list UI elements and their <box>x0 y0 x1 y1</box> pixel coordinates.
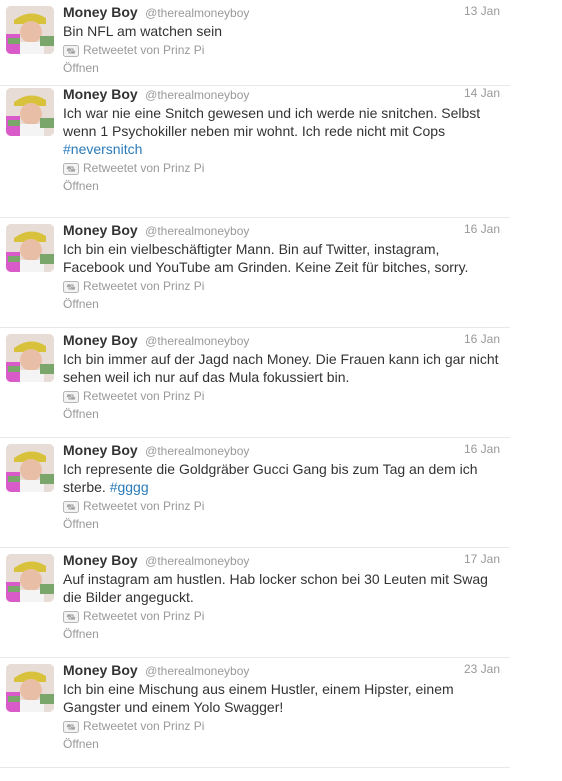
tweet-timestamp[interactable]: 16 Jan <box>464 442 500 456</box>
tweet-item[interactable]: Money Boy @therealmoneyboy 17 Jan Auf in… <box>0 548 510 658</box>
avatar[interactable] <box>6 554 54 602</box>
author-name[interactable]: Money Boy <box>63 662 138 678</box>
tweet-timestamp[interactable]: 17 Jan <box>464 552 500 566</box>
tweet-text: Ich bin eine Mischung aus einem Hustler,… <box>63 681 454 715</box>
retweet-context: Retweetet von Prinz Pi <box>63 387 500 405</box>
open-link[interactable]: Öffnen <box>63 59 500 77</box>
tweet-timestamp[interactable]: 16 Jan <box>464 332 500 346</box>
retweet-context: Retweetet von Prinz Pi <box>63 277 500 295</box>
tweet-item[interactable]: Money Boy @therealmoneyboy 13 Jan Bin NF… <box>0 0 510 86</box>
author-handle[interactable]: @therealmoneyboy <box>145 664 249 678</box>
avatar[interactable] <box>6 664 54 712</box>
retweet-label[interactable]: Retweetet von Prinz Pi <box>83 609 204 623</box>
open-link[interactable]: Öffnen <box>63 625 500 643</box>
author-name[interactable]: Money Boy <box>63 4 138 20</box>
avatar[interactable] <box>6 88 54 136</box>
author-name[interactable]: Money Boy <box>63 332 138 348</box>
author-handle[interactable]: @therealmoneyboy <box>145 334 249 348</box>
author-name[interactable]: Money Boy <box>63 86 138 102</box>
retweet-context: Retweetet von Prinz Pi <box>63 497 500 515</box>
author-handle[interactable]: @therealmoneyboy <box>145 554 249 568</box>
retweet-context: Retweetet von Prinz Pi <box>63 717 500 735</box>
tweet-item[interactable]: Money Boy @therealmoneyboy 16 Jan Ich bi… <box>0 328 510 438</box>
avatar[interactable] <box>6 334 54 382</box>
author-handle[interactable]: @therealmoneyboy <box>145 88 249 102</box>
open-link[interactable]: Öffnen <box>63 295 500 313</box>
retweet-label[interactable]: Retweetet von Prinz Pi <box>83 43 204 57</box>
tweet-text: Ich bin ein vielbeschäftigter Mann. Bin … <box>63 241 469 275</box>
retweet-context: Retweetet von Prinz Pi <box>63 41 500 59</box>
author-handle[interactable]: @therealmoneyboy <box>145 224 249 238</box>
author-name[interactable]: Money Boy <box>63 442 138 458</box>
retweet-label[interactable]: Retweetet von Prinz Pi <box>83 499 204 513</box>
avatar[interactable] <box>6 444 54 492</box>
retweet-label[interactable]: Retweetet von Prinz Pi <box>83 279 204 293</box>
retweet-label[interactable]: Retweetet von Prinz Pi <box>83 719 204 733</box>
open-link[interactable]: Öffnen <box>63 177 500 195</box>
tweet-item[interactable]: Money Boy @therealmoneyboy 16 Jan Ich re… <box>0 438 510 548</box>
tweet-timestamp[interactable]: 23 Jan <box>464 662 500 676</box>
tweet-text: Ich war nie eine Snitch gewesen und ich … <box>63 105 481 157</box>
retweet-context: Retweetet von Prinz Pi <box>63 607 500 625</box>
tweet-text: Ich bin immer auf der Jagd nach Money. D… <box>63 351 499 385</box>
avatar[interactable] <box>6 6 54 54</box>
author-handle[interactable]: @therealmoneyboy <box>145 6 249 20</box>
author-name[interactable]: Money Boy <box>63 222 138 238</box>
open-link[interactable]: Öffnen <box>63 405 500 423</box>
tweet-timestamp[interactable]: 14 Jan <box>464 86 500 100</box>
open-link[interactable]: Öffnen <box>63 515 500 533</box>
tweet-timestamp[interactable]: 13 Jan <box>464 4 500 18</box>
retweet-label[interactable]: Retweetet von Prinz Pi <box>83 161 204 175</box>
tweet-timeline: Money Boy @therealmoneyboy 13 Jan Bin NF… <box>0 0 510 768</box>
hashtag-link[interactable]: #gggg <box>110 479 149 495</box>
tweet-text: Auf instagram am hustlen. Hab locker sch… <box>63 571 488 605</box>
retweet-label[interactable]: Retweetet von Prinz Pi <box>83 389 204 403</box>
open-link[interactable]: Öffnen <box>63 735 500 753</box>
tweet-item[interactable]: Money Boy @therealmoneyboy 14 Jan Ich wa… <box>0 86 510 218</box>
tweet-text: Bin NFL am watchen sein <box>63 23 222 39</box>
retweet-context: Retweetet von Prinz Pi <box>63 159 500 177</box>
avatar[interactable] <box>6 224 54 272</box>
author-handle[interactable]: @therealmoneyboy <box>145 444 249 458</box>
author-name[interactable]: Money Boy <box>63 552 138 568</box>
tweet-text: Ich represente die Goldgräber Gucci Gang… <box>63 461 478 495</box>
tweet-timestamp[interactable]: 16 Jan <box>464 222 500 236</box>
tweet-item[interactable]: Money Boy @therealmoneyboy 16 Jan Ich bi… <box>0 218 510 328</box>
hashtag-link[interactable]: #neversnitch <box>63 141 142 157</box>
tweet-item[interactable]: Money Boy @therealmoneyboy 23 Jan Ich bi… <box>0 658 510 768</box>
